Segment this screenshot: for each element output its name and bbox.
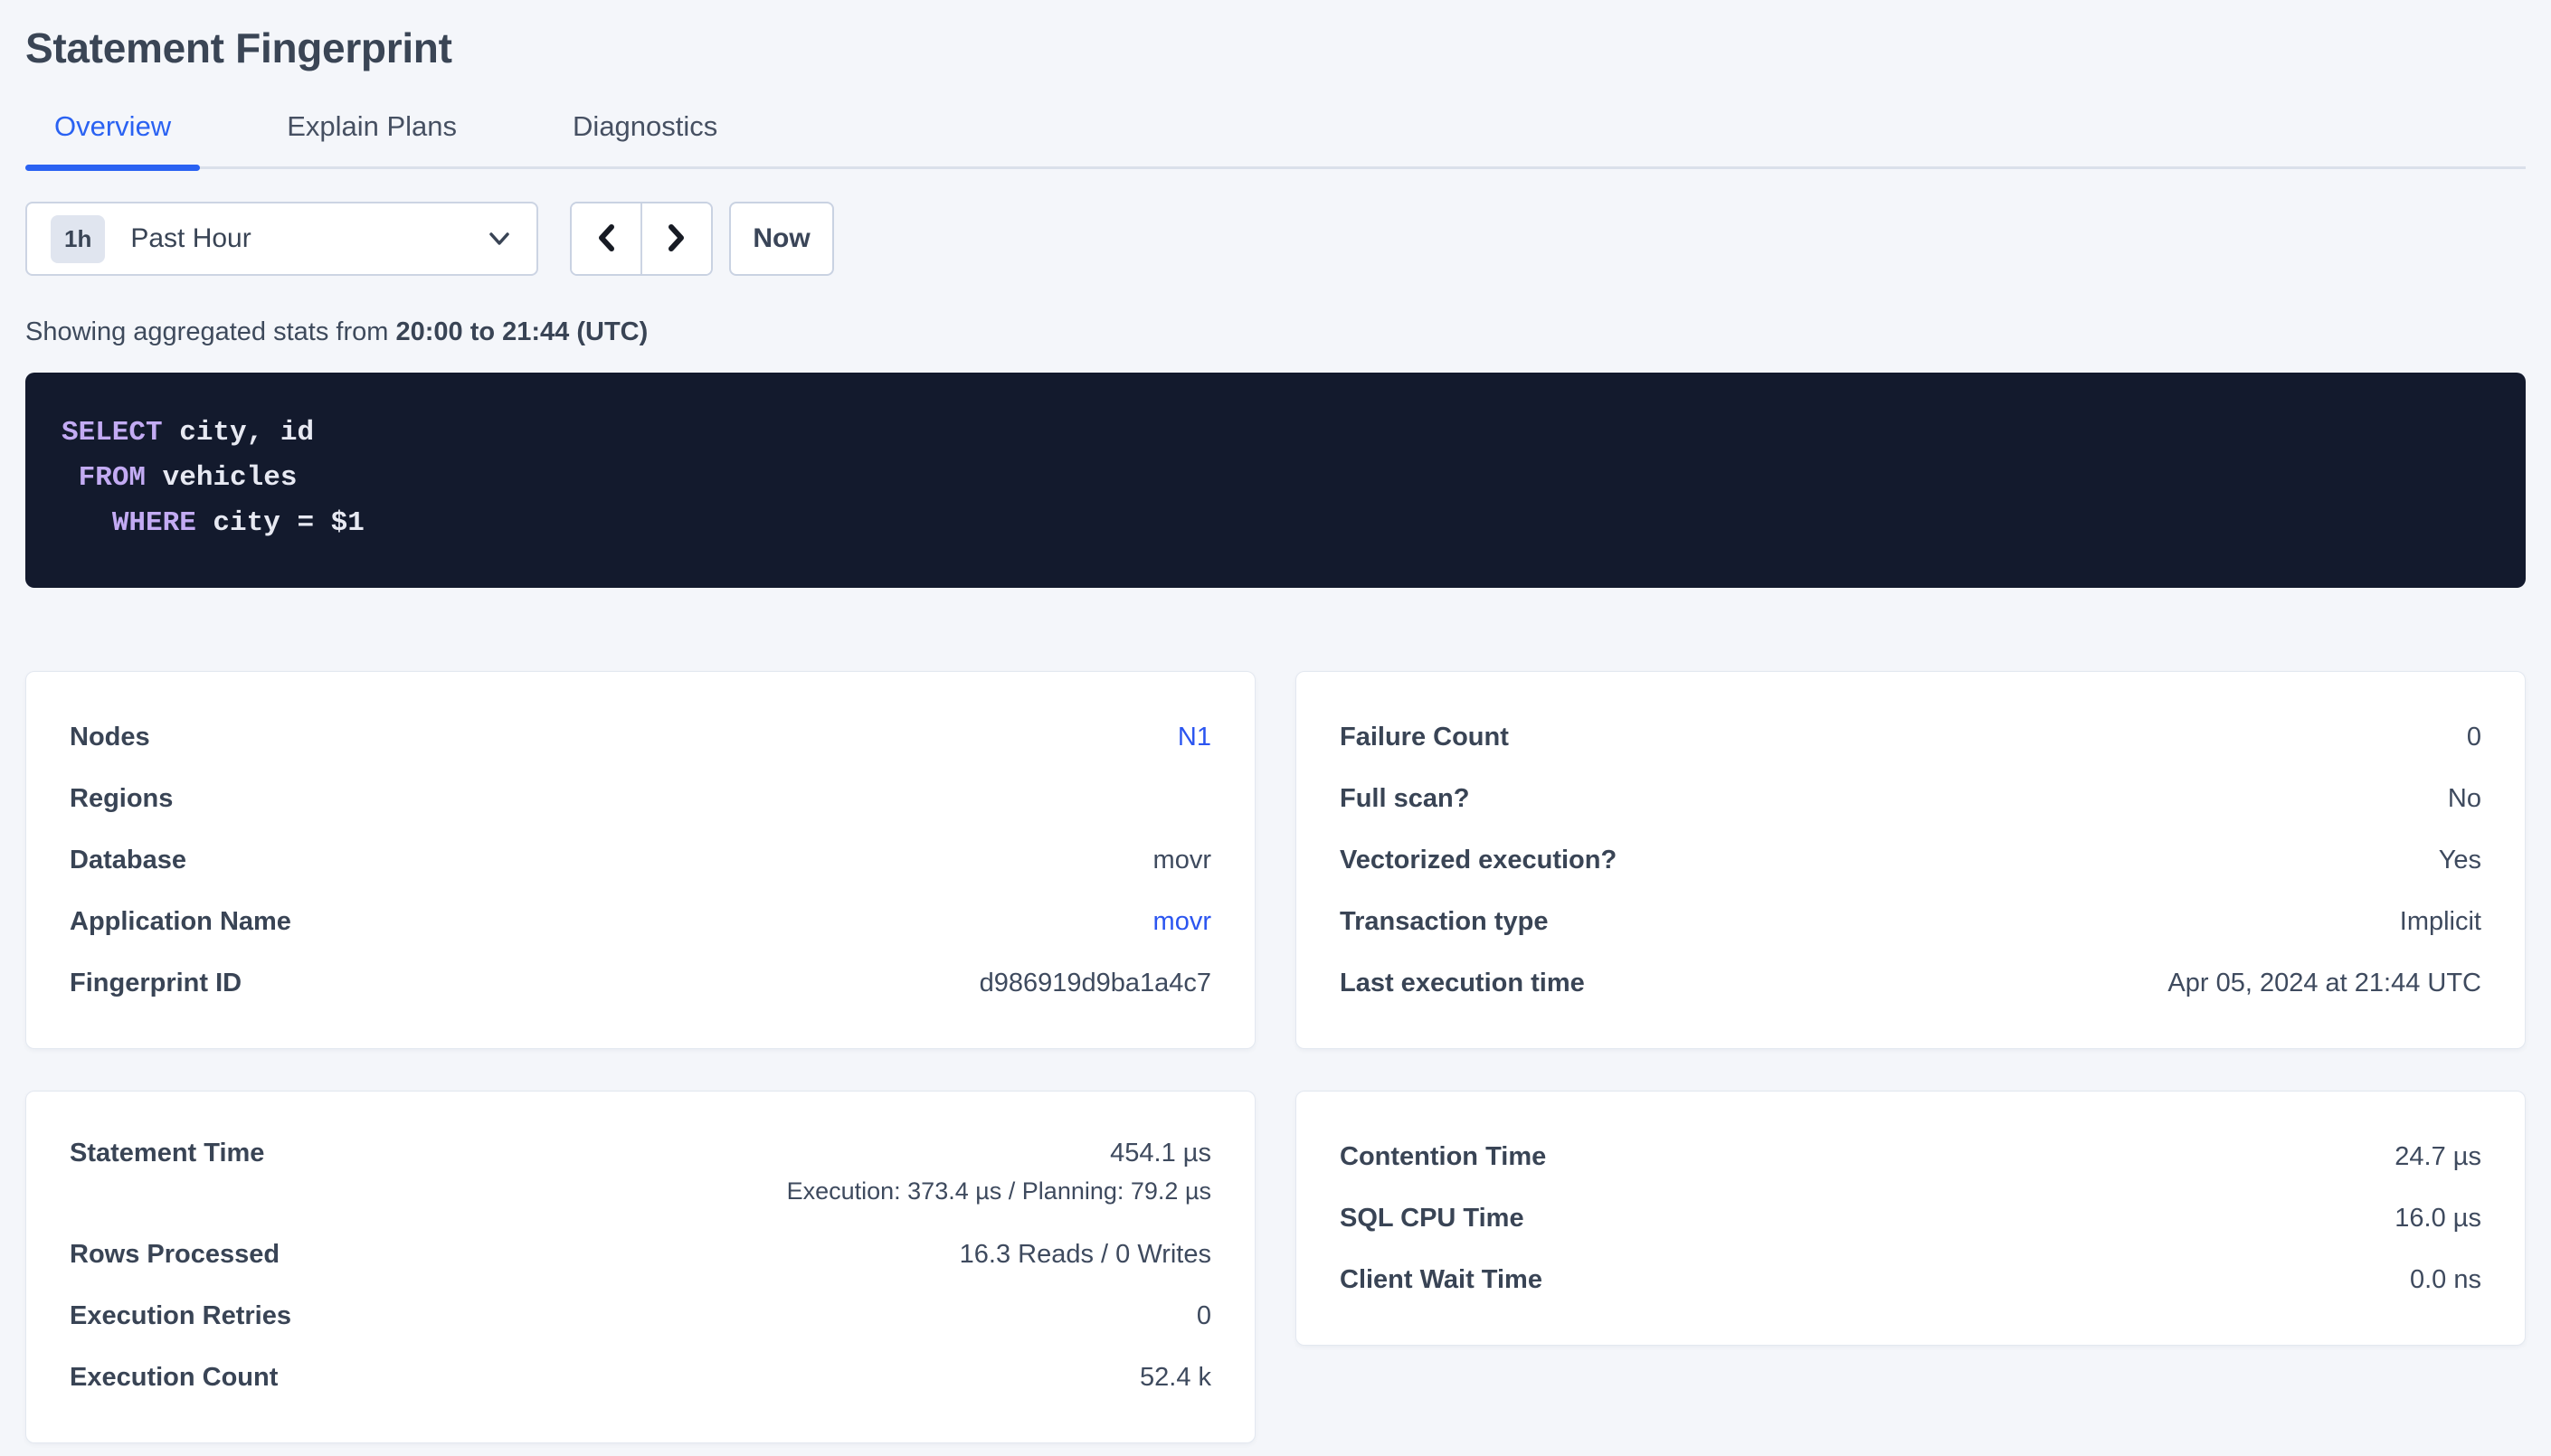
time-range-dropdown[interactable]: 1h Past Hour [25,202,538,276]
row-rows-processed: Rows Processed 16.3 Reads / 0 Writes [70,1224,1211,1285]
row-transaction-type: Transaction type Implicit [1340,891,2481,952]
chevron-left-icon [593,220,619,259]
next-time-button[interactable] [642,203,711,274]
wait-times-card: Contention Time 24.7 µs SQL CPU Time 16.… [1295,1091,2526,1346]
execution-attributes-card: Failure Count 0 Full scan? No Vectorized… [1295,671,2526,1049]
row-label: Statement Time [70,1139,264,1168]
row-label: Failure Count [1340,723,1509,752]
row-fingerprint-id: Fingerprint ID d986919d9ba1a4c7 [70,952,1211,1014]
stats-caption-range: 20:00 to 21:44 (UTC) [395,317,648,346]
row-value: 16.3 Reads / 0 Writes [960,1240,1211,1270]
row-value: Yes [2439,846,2481,875]
row-value: Apr 05, 2024 at 21:44 UTC [2167,969,2481,998]
row-execution-retries: Execution Retries 0 [70,1285,1211,1347]
row-value: movr [1153,846,1211,875]
stats-caption-prefix: Showing aggregated stats from [25,317,395,346]
tab-bar: Overview Explain Plans Diagnostics [25,103,2526,169]
row-last-execution-time: Last execution time Apr 05, 2024 at 21:4… [1340,952,2481,1014]
row-value: No [2448,784,2481,814]
row-label: Application Name [70,907,291,937]
row-label: Contention Time [1340,1142,1546,1172]
statement-time-values: 454.1 µs Execution: 373.4 µs / Planning:… [787,1139,1211,1205]
row-label: Execution Count [70,1363,278,1393]
time-range-label: Past Hour [130,223,251,254]
stats-cards-grid: Nodes N1 Regions Database movr Applicati… [25,671,2526,1443]
sql-statement-box: SELECT city, id FROM vehicles WHERE city… [25,373,2526,588]
row-application-name: Application Name movr [70,891,1211,952]
row-execution-count: Execution Count 52.4 k [70,1347,1211,1408]
sql-statement: SELECT city, id FROM vehicles WHERE city… [62,411,2489,546]
row-label: Fingerprint ID [70,969,242,998]
row-statement-time: Statement Time 454.1 µs Execution: 373.4… [70,1126,1211,1224]
aggregated-stats-caption: Showing aggregated stats from 20:00 to 2… [25,317,2526,347]
time-controls: 1h Past Hour [25,202,2526,276]
row-label: Database [70,846,186,875]
row-value: d986919d9ba1a4c7 [980,969,1211,998]
row-failure-count: Failure Count 0 [1340,706,2481,768]
row-vectorized-execution: Vectorized execution? Yes [1340,829,2481,891]
row-label: Rows Processed [70,1240,280,1270]
row-label: Regions [70,784,173,814]
statement-timings-card: Statement Time 454.1 µs Execution: 373.4… [25,1091,1256,1443]
row-label: Nodes [70,723,150,752]
chevron-down-icon [486,228,513,250]
time-range-badge: 1h [51,215,105,263]
page-title: Statement Fingerprint [25,24,2526,72]
row-label: Transaction type [1340,907,1548,937]
row-subvalue: Execution: 373.4 µs / Planning: 79.2 µs [787,1177,1211,1205]
row-value: 24.7 µs [2395,1142,2481,1172]
time-shift-control [570,202,713,276]
row-value: 52.4 k [1140,1363,1211,1393]
row-label: Execution Retries [70,1301,291,1331]
row-full-scan: Full scan? No [1340,768,2481,829]
row-value: 454.1 µs [1110,1139,1211,1168]
row-value: 16.0 µs [2395,1204,2481,1234]
statement-details-card: Nodes N1 Regions Database movr Applicati… [25,671,1256,1049]
row-label: Last execution time [1340,969,1585,998]
prev-time-button[interactable] [572,203,640,274]
row-nodes: Nodes N1 [70,706,1211,768]
now-button[interactable]: Now [729,202,834,276]
row-contention-time: Contention Time 24.7 µs [1340,1126,2481,1187]
row-label: Client Wait Time [1340,1265,1542,1295]
row-value: Implicit [2400,907,2481,937]
statement-fingerprint-page: Statement Fingerprint Overview Explain P… [0,24,2551,1443]
row-label: Vectorized execution? [1340,846,1617,875]
tab-overview[interactable]: Overview [25,103,200,166]
application-name-link[interactable]: movr [1153,907,1211,937]
tab-diagnostics[interactable]: Diagnostics [544,103,746,166]
row-database: Database movr [70,829,1211,891]
nodes-link[interactable]: N1 [1178,723,1211,752]
row-sql-cpu-time: SQL CPU Time 16.0 µs [1340,1187,2481,1249]
row-value: 0.0 ns [2410,1265,2481,1295]
row-value: 0 [2467,723,2481,752]
chevron-right-icon [664,220,689,259]
row-label: Full scan? [1340,784,1469,814]
row-regions: Regions [70,768,1211,829]
tab-explain-plans[interactable]: Explain Plans [258,103,486,166]
row-label: SQL CPU Time [1340,1204,1524,1234]
row-value: 0 [1197,1301,1211,1331]
row-client-wait-time: Client Wait Time 0.0 ns [1340,1249,2481,1310]
